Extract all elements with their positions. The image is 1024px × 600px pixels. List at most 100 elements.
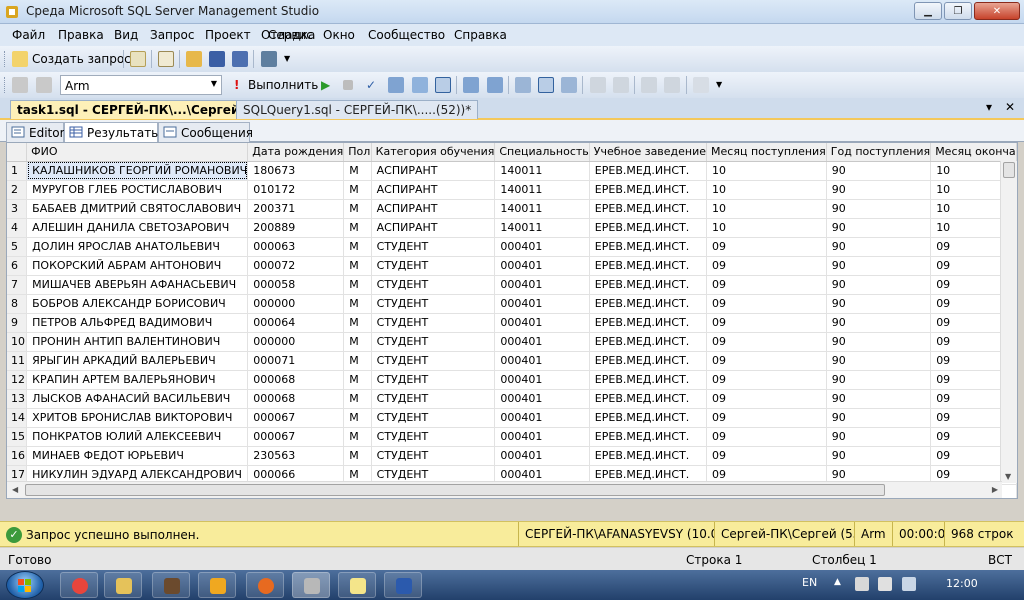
client-statistics-icon[interactable] bbox=[487, 77, 503, 93]
activity-monitor-icon[interactable] bbox=[261, 51, 277, 67]
grid-cell[interactable]: М bbox=[343, 313, 372, 333]
grid-cell[interactable]: 000401 bbox=[494, 256, 590, 276]
grid-cell[interactable]: 09 bbox=[706, 313, 827, 333]
horizontal-scroll-thumb[interactable] bbox=[25, 484, 885, 496]
results-to-file-icon[interactable] bbox=[561, 77, 577, 93]
grid-cell[interactable]: АСПИРАНТ bbox=[371, 161, 496, 181]
grid-cell[interactable]: 90 bbox=[826, 313, 932, 333]
volume-muted-icon[interactable] bbox=[902, 577, 916, 591]
grid-cell[interactable]: 010172 bbox=[247, 180, 345, 200]
grid-cell[interactable]: 000072 bbox=[247, 256, 345, 276]
save-all-icon[interactable] bbox=[232, 51, 248, 67]
table-row[interactable]: 9 ПЕТРОВ АЛЬФРЕД ВАДИМОВИЧ 000064 М СТУДЕНТ 0… bbox=[7, 313, 1017, 333]
row-number[interactable]: 13 bbox=[7, 389, 28, 409]
row-number[interactable]: 14 bbox=[7, 408, 28, 428]
grid-cell[interactable]: ЕРЕВ.МЕД.ИНСТ. bbox=[589, 237, 708, 257]
grid-cell[interactable]: ЕРЕВ.МЕД.ИНСТ. bbox=[589, 275, 708, 295]
grid-cell[interactable]: АСПИРАНТ bbox=[371, 218, 496, 238]
include-plan-icon[interactable] bbox=[463, 77, 479, 93]
ssms-app-icon[interactable] bbox=[4, 4, 20, 20]
table-row[interactable]: 12 КРАПИН АРТЕМ ВАЛЕРЬЯНОВИЧ 000068 М СТУДЕН… bbox=[7, 370, 1017, 390]
grid-cell[interactable]: ЕРЕВ.МЕД.ИНСТ. bbox=[589, 408, 708, 428]
grid-cell[interactable]: 180673 bbox=[247, 161, 345, 181]
grid-cell[interactable]: М bbox=[343, 332, 372, 352]
grid-cell[interactable]: 000401 bbox=[494, 389, 590, 409]
parse-check-icon[interactable]: ✓ bbox=[366, 78, 376, 92]
vertical-scrollbar[interactable]: ▼ bbox=[1000, 161, 1017, 483]
grid-cell[interactable]: СТУДЕНТ bbox=[371, 275, 496, 295]
taskbar-media-player[interactable] bbox=[198, 572, 236, 598]
grid-cell[interactable]: 09 bbox=[706, 275, 827, 295]
tab-results[interactable]: Результаты bbox=[64, 122, 161, 142]
table-row[interactable]: 5 ДОЛИН ЯРОСЛАВ АНАТОЛЬЕВИЧ 000063 М СТУДЕНТ… bbox=[7, 237, 1017, 257]
grid-cell[interactable]: ЕРЕВ.МЕД.ИНСТ. bbox=[589, 351, 708, 371]
grid-cell[interactable]: ПЕТРОВ АЛЬФРЕД ВАДИМОВИЧ bbox=[26, 313, 249, 333]
row-number[interactable]: 4 bbox=[7, 218, 28, 238]
scroll-right-icon[interactable]: ▶ bbox=[992, 485, 998, 494]
row-number[interactable]: 7 bbox=[7, 275, 28, 295]
grid-cell[interactable]: 09 bbox=[706, 408, 827, 428]
open-folder-icon[interactable] bbox=[186, 51, 202, 67]
tab-list-icon[interactable]: ▾ bbox=[986, 100, 992, 114]
row-number[interactable]: 10 bbox=[7, 332, 28, 352]
table-row[interactable]: 10 ПРОНИН АНТИП ВАЛЕНТИНОВИЧ 000000 М СТУДЕН… bbox=[7, 332, 1017, 352]
menu-window[interactable]: Окно bbox=[323, 28, 355, 42]
increase-indent-icon[interactable] bbox=[664, 77, 680, 93]
grid-corner-cell[interactable] bbox=[7, 143, 28, 162]
toolbar-grip[interactable] bbox=[4, 77, 7, 93]
grid-cell[interactable]: 140011 bbox=[494, 218, 590, 238]
row-number[interactable]: 15 bbox=[7, 427, 28, 447]
table-row[interactable]: 7 МИШАЧЕВ АВЕРЬЯН АФАНАСЬЕВИЧ 000058 М СТУДЕ… bbox=[7, 275, 1017, 295]
grid-cell[interactable]: ПОКОРСКИЙ АБРАМ АНТОНОВИЧ bbox=[26, 256, 249, 276]
tab-sqlquery1-sql[interactable]: SQLQuery1.sql - СЕРГЕЙ-ПК\.....(52))* bbox=[236, 100, 479, 119]
table-row[interactable]: 2 МУРУГОВ ГЛЕБ РОСТИСЛАВОВИЧ 010172 М АСПИРА… bbox=[7, 180, 1017, 200]
grid-cell[interactable]: ЕРЕВ.МЕД.ИНСТ. bbox=[589, 199, 708, 219]
grid-cell[interactable]: АСПИРАНТ bbox=[371, 199, 496, 219]
grid-cell[interactable]: М bbox=[343, 427, 372, 447]
results-grid[interactable]: ФИО Дата рождения Пол Категория обучения Спе… bbox=[6, 142, 1018, 499]
grid-cell[interactable]: 10 bbox=[706, 218, 827, 238]
menu-file[interactable]: Файл bbox=[12, 28, 45, 42]
column-header[interactable]: Категория обучения bbox=[371, 143, 496, 162]
grid-cell[interactable]: 000063 bbox=[247, 237, 345, 257]
grid-cell[interactable]: 230563 bbox=[247, 446, 345, 466]
grid-cell[interactable]: 09 bbox=[706, 427, 827, 447]
grid-cell[interactable]: 09 bbox=[706, 389, 827, 409]
grid-cell[interactable]: 000068 bbox=[247, 370, 345, 390]
tab-editor[interactable]: Editor bbox=[6, 122, 65, 142]
taskbar-explorer[interactable] bbox=[104, 572, 142, 598]
minimize-button[interactable]: ▁ bbox=[914, 2, 942, 20]
add-file-icon[interactable] bbox=[158, 51, 174, 67]
grid-cell[interactable]: СТУДЕНТ bbox=[371, 427, 496, 447]
grid-cell[interactable]: М bbox=[343, 218, 372, 238]
results-grid-toggle-icon[interactable] bbox=[538, 77, 554, 93]
grid-cell[interactable]: АСПИРАНТ bbox=[371, 180, 496, 200]
comment-icon[interactable] bbox=[590, 77, 606, 93]
taskbar-chrome[interactable] bbox=[60, 572, 98, 598]
grid-cell[interactable]: СТУДЕНТ bbox=[371, 370, 496, 390]
grid-cell[interactable]: СТУДЕНТ bbox=[371, 408, 496, 428]
menu-query[interactable]: Запрос bbox=[150, 28, 194, 42]
table-row[interactable]: 3 БАБАЕВ ДМИТРИЙ СВЯТОСЛАВОВИЧ 200371 М АСПИ… bbox=[7, 199, 1017, 219]
grid-cell[interactable]: 09 bbox=[706, 294, 827, 314]
grid-cell[interactable]: 000000 bbox=[247, 294, 345, 314]
save-icon[interactable] bbox=[209, 51, 225, 67]
grid-cell[interactable]: ДОЛИН ЯРОСЛАВ АНАТОЛЬЕВИЧ bbox=[26, 237, 249, 257]
grid-cell[interactable]: 10 bbox=[706, 161, 827, 181]
grid-cell[interactable]: БАБАЕВ ДМИТРИЙ СВЯТОСЛАВОВИЧ bbox=[26, 199, 249, 219]
menu-tools[interactable]: Сервис bbox=[268, 28, 313, 42]
grid-cell[interactable]: М bbox=[343, 389, 372, 409]
grid-cell[interactable]: М bbox=[343, 237, 372, 257]
grid-cell[interactable]: М bbox=[343, 180, 372, 200]
grid-cell[interactable]: АЛЕШИН ДАНИЛА СВЕТОЗАРОВИЧ bbox=[26, 218, 249, 238]
grid-cell[interactable]: 90 bbox=[826, 180, 932, 200]
new-file-icon[interactable] bbox=[130, 51, 146, 67]
grid-cell[interactable]: 140011 bbox=[494, 161, 590, 181]
table-row[interactable]: 16 МИНАЕВ ФЕДОТ ЮРЬЕВИЧ 230563 М СТУДЕНТ 0004… bbox=[7, 446, 1017, 466]
grid-cell[interactable]: 000401 bbox=[494, 237, 590, 257]
horizontal-scrollbar[interactable]: ◀ ▶ bbox=[7, 481, 1002, 498]
grid-cell[interactable]: 200371 bbox=[247, 199, 345, 219]
taskbar-ssms[interactable] bbox=[292, 572, 330, 598]
grid-cell[interactable]: 000401 bbox=[494, 370, 590, 390]
grid-cell[interactable]: 90 bbox=[826, 294, 932, 314]
